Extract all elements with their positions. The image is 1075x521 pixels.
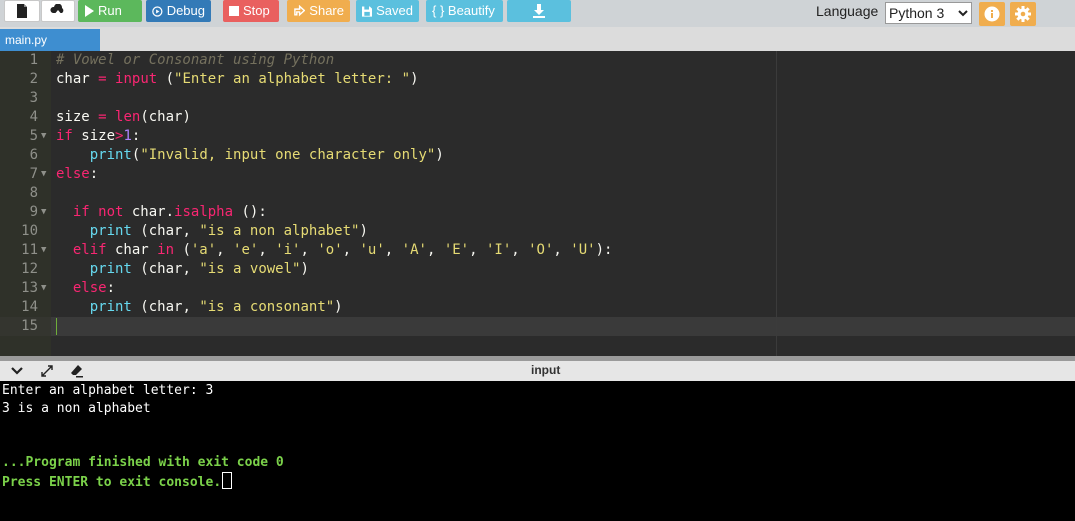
- line-number: 9: [29, 204, 38, 220]
- chevron-down-icon[interactable]: [10, 364, 24, 378]
- language-label: Language: [816, 3, 879, 19]
- code-line-7: else:: [56, 166, 99, 182]
- save-icon: [362, 5, 373, 17]
- info-icon: [984, 6, 1000, 22]
- debug-label: Debug: [166, 3, 205, 18]
- clear-console-icon[interactable]: [70, 364, 84, 378]
- tab-filename: main.py: [5, 33, 48, 47]
- download-button[interactable]: [507, 0, 571, 22]
- upload-button[interactable]: [41, 0, 75, 22]
- fold-toggle-icon[interactable]: ▼: [41, 203, 49, 222]
- stop-icon: [229, 6, 239, 16]
- console-prompt: Press ENTER to exit console.: [2, 475, 222, 490]
- share-icon: [294, 4, 306, 16]
- print-margin: [776, 51, 777, 356]
- fold-toggle-icon[interactable]: ▼: [41, 241, 49, 260]
- active-line-highlight: [51, 317, 1075, 336]
- settings-button[interactable]: [1010, 2, 1036, 26]
- save-button[interactable]: Saved: [356, 0, 419, 22]
- gear-icon: [1015, 6, 1031, 22]
- line-number: 2: [29, 71, 38, 87]
- console-line: Enter an alphabet letter: 3: [2, 383, 214, 398]
- code-line-12: print (char, "is a vowel"): [89, 261, 309, 277]
- debug-button[interactable]: Debug: [146, 0, 211, 22]
- code-line-1: # Vowel or Consonant using Python: [56, 52, 335, 68]
- line-number: 6: [29, 147, 38, 163]
- line-number: 14: [21, 299, 38, 315]
- code-line-11: elif char in ('a', 'e', 'i', 'o', 'u', '…: [72, 242, 613, 258]
- console-line: 3 is a non alphabet: [2, 401, 151, 416]
- code-line-5: if size>1:: [56, 128, 141, 144]
- tab-main-py[interactable]: main.py: [0, 29, 100, 51]
- chevron-down-icon: [958, 10, 968, 17]
- console-output[interactable]: Enter an alphabet letter: 3 3 is a non a…: [0, 381, 1075, 521]
- language-value: Python 3: [889, 5, 945, 21]
- language-select[interactable]: Python 3: [885, 2, 972, 24]
- line-number: 8: [29, 185, 38, 201]
- console-prompt-line: Press ENTER to exit console.: [2, 472, 233, 490]
- code-line-14: print (char, "is a consonant"): [89, 299, 343, 315]
- code-line-4: size = len(char): [56, 109, 191, 125]
- fold-toggle-icon[interactable]: ▼: [41, 279, 49, 298]
- code-line-10: print (char, "is a non alphabet"): [89, 223, 368, 239]
- line-number: 10: [21, 223, 38, 239]
- beautify-button[interactable]: { } Beautify: [426, 0, 503, 22]
- info-button[interactable]: [979, 2, 1005, 26]
- line-number: 4: [29, 109, 38, 125]
- line-number: 11: [21, 242, 38, 258]
- debug-icon: [152, 5, 163, 17]
- console-exit-message: ...Program finished with exit code 0: [2, 455, 284, 470]
- upload-icon: [50, 4, 64, 17]
- tab-bar: main.py: [0, 27, 1075, 51]
- code-line-9: if not char.isalpha ():: [72, 204, 267, 220]
- panel-title: input: [531, 363, 561, 377]
- line-number: 15: [21, 318, 38, 334]
- line-number: 3: [29, 90, 38, 106]
- code-line-6: print("Invalid, input one character only…: [89, 147, 444, 163]
- play-icon: [85, 5, 94, 17]
- stop-label: Stop: [243, 3, 270, 18]
- console-cursor: [222, 472, 233, 489]
- share-label: Share: [309, 3, 344, 18]
- toolbar: Run Debug Stop Share Saved { } Beautify …: [0, 0, 1075, 27]
- line-number: 13: [21, 280, 38, 296]
- io-panel-bar: input: [0, 356, 1075, 381]
- file-icon: [17, 4, 27, 18]
- fold-toggle-icon[interactable]: ▼: [41, 127, 49, 146]
- stop-button[interactable]: Stop: [223, 0, 279, 22]
- expand-icon[interactable]: [40, 364, 54, 378]
- beautify-label: { } Beautify: [432, 3, 495, 18]
- line-number: 7: [29, 166, 38, 182]
- code-line-13: else:: [72, 280, 116, 296]
- line-number: 1: [29, 52, 38, 68]
- text-cursor: [56, 318, 57, 335]
- share-button[interactable]: Share: [287, 0, 350, 22]
- new-file-button[interactable]: [4, 0, 40, 22]
- line-number: 12: [21, 261, 38, 277]
- fold-toggle-icon[interactable]: ▼: [41, 165, 49, 184]
- run-label: Run: [98, 3, 122, 18]
- code-line-2: char = input ("Enter an alphabet letter:…: [56, 71, 419, 87]
- line-number: 5: [29, 128, 38, 144]
- saved-label: Saved: [376, 3, 413, 18]
- run-button[interactable]: Run: [78, 0, 142, 22]
- download-icon: [533, 4, 545, 18]
- code-editor[interactable]: 1 2 3 4 5 6 7 8 9 10 11 12 13 14 15 ▼ ▼ …: [0, 51, 1075, 356]
